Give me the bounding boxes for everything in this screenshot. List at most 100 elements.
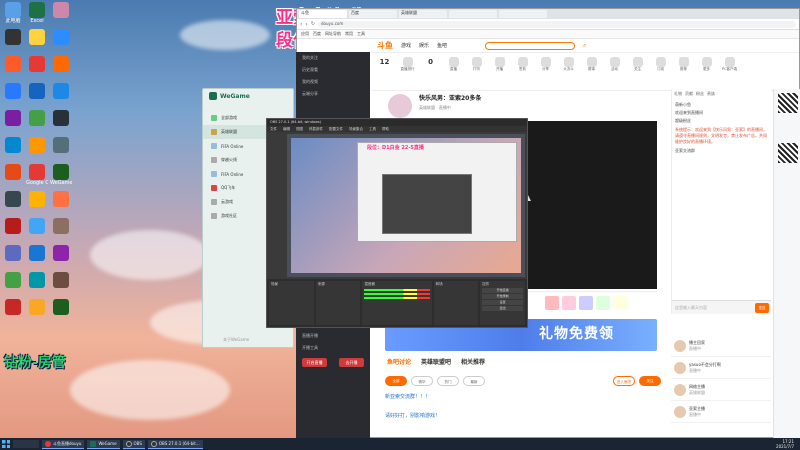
sidebar-item[interactable]: 历史观看: [296, 64, 370, 76]
chat-tab[interactable]: 贵族: [707, 91, 715, 99]
category-item[interactable]: 更多: [697, 57, 716, 90]
list-item[interactable]: yasuo不会分打啊 直播中: [671, 357, 771, 379]
gift-icon[interactable]: [545, 296, 559, 310]
obs-menu-item[interactable]: 文件: [270, 126, 277, 132]
chat-input[interactable]: 这里输入聊天内容: [675, 305, 707, 311]
sidebar-item[interactable]: 我的关注: [296, 52, 370, 64]
start-icon[interactable]: [2, 440, 10, 448]
taskbar-item[interactable]: OBS: [122, 439, 145, 449]
obs-start-streaming-button[interactable]: 开始直播: [482, 288, 524, 293]
go-live-button[interactable]: 去开播: [339, 358, 364, 367]
category-item[interactable]: 活动: [605, 57, 624, 90]
taskbar-item[interactable]: 斗鱼直播douyu: [42, 439, 85, 449]
desktop-icon[interactable]: [26, 56, 48, 72]
site-nav-item[interactable]: 游戏: [401, 42, 411, 49]
desktop-icon[interactable]: [2, 272, 24, 288]
sidebar-item[interactable]: 直播开播: [296, 330, 370, 342]
desktop-icon[interactable]: [50, 29, 72, 45]
obs-menu-item[interactable]: 帮助: [382, 126, 389, 132]
bookmark-item[interactable]: 百度: [313, 31, 321, 37]
filter-all-button[interactable]: 全部: [385, 376, 407, 386]
list-item[interactable]: 亚索主播 直播中: [671, 401, 771, 423]
gift-icon[interactable]: [562, 296, 576, 310]
category-item[interactable]: 订阅: [651, 57, 670, 90]
browser-tab[interactable]: 英雄联盟: [399, 10, 447, 18]
tab-fish-discussion[interactable]: 鱼吧讨论: [387, 357, 411, 369]
bookmark-item[interactable]: 应用: [301, 31, 309, 37]
desktop-icon[interactable]: [26, 272, 48, 288]
address-input[interactable]: douyu.com: [318, 20, 796, 28]
gift-icon[interactable]: [579, 296, 593, 310]
category-item[interactable]: 赛事: [582, 57, 601, 90]
desktop-icon[interactable]: [2, 191, 24, 207]
desktop-icon[interactable]: [26, 110, 48, 126]
desktop-icon[interactable]: [26, 299, 48, 315]
category-item[interactable]: 推荐: [674, 57, 693, 90]
desktop-icon[interactable]: [2, 29, 24, 45]
obs-start-recording-button[interactable]: 开始录制: [482, 294, 524, 299]
gift-icon[interactable]: [596, 296, 610, 310]
sidebar-item[interactable]: 云端分享: [296, 88, 370, 100]
taskbar-item[interactable]: OBS 27.0.1 (64-bit...: [147, 439, 203, 449]
desktop-icon[interactable]: [2, 110, 24, 126]
tab-lol-bar[interactable]: 英雄联盟吧: [421, 357, 451, 369]
obs-menu-item[interactable]: 停靠部件: [309, 126, 323, 132]
desktop-icon[interactable]: [2, 56, 24, 72]
category-item[interactable]: 签到: [513, 57, 532, 90]
desktop-icon[interactable]: [50, 272, 72, 288]
post-title[interactable]: 请好好打，别影响游戏！: [385, 412, 440, 419]
desktop-icon[interactable]: [2, 83, 24, 99]
browser-tab[interactable]: [499, 10, 547, 18]
forward-icon[interactable]: ›: [305, 21, 307, 28]
browser-tab[interactable]: 百度: [349, 10, 397, 18]
desktop-icon[interactable]: [50, 218, 72, 234]
obs-menu-item[interactable]: 视图: [296, 126, 303, 132]
category-item[interactable]: 12: [375, 57, 394, 90]
list-item[interactable]: 网络主播 英雄联盟: [671, 379, 771, 401]
bookmark-item[interactable]: 网址导航: [325, 31, 341, 37]
obs-menu-item[interactable]: 场景集合: [349, 126, 363, 132]
desktop-icon[interactable]: [2, 137, 24, 153]
taskbar-search[interactable]: [13, 440, 39, 448]
desktop-icon[interactable]: [26, 218, 48, 234]
browser-tab[interactable]: [449, 10, 497, 18]
desktop-icon[interactable]: [50, 245, 72, 261]
reload-icon[interactable]: ↻: [311, 21, 315, 27]
desktop-icon[interactable]: [50, 299, 72, 315]
desktop-icon[interactable]: [2, 164, 24, 180]
site-search-input[interactable]: [485, 41, 576, 50]
category-item[interactable]: 开播: [490, 57, 509, 90]
streamer-avatar[interactable]: [387, 93, 413, 119]
follow-button[interactable]: 关注: [639, 376, 661, 386]
chat-tab[interactable]: 粉丝: [696, 91, 704, 99]
bookmark-item[interactable]: 工具: [357, 31, 365, 37]
send-button[interactable]: 发送: [755, 303, 769, 313]
obs-window[interactable]: OBS 27.0.1 (64-bit, windows) 文件 编辑 视图 停靠…: [266, 118, 528, 328]
desktop-icon[interactable]: Excel: [26, 2, 48, 24]
post-title[interactable]: 新亚索交流群！！！: [385, 393, 430, 400]
desktop-icon[interactable]: [50, 56, 72, 72]
desktop-icon[interactable]: [50, 2, 72, 18]
wegame-footer[interactable]: 关于WeGame: [223, 337, 249, 343]
desktop-icon[interactable]: [50, 191, 72, 207]
search-icon[interactable]: ⌕: [583, 42, 586, 50]
obs-menu-item[interactable]: 工具: [369, 126, 376, 132]
category-item[interactable]: 关注: [628, 57, 647, 90]
category-item[interactable]: 分享: [536, 57, 555, 90]
desktop-icon[interactable]: [26, 83, 48, 99]
taskbar-item[interactable]: WeGame: [87, 439, 120, 449]
filter-best-button[interactable]: 精华: [411, 376, 433, 386]
site-nav-item[interactable]: 娱乐: [419, 42, 429, 49]
desktop-icon[interactable]: [26, 191, 48, 207]
desktop-icon[interactable]: Google Chrome: [26, 164, 48, 186]
obs-menu-item[interactable]: 配置文件: [329, 126, 343, 132]
sidebar-item[interactable]: 我的视频: [296, 76, 370, 88]
filter-hot-button[interactable]: 热门: [437, 376, 459, 386]
category-item[interactable]: 0: [421, 57, 440, 90]
desktop-icon[interactable]: [50, 137, 72, 153]
desktop-icon[interactable]: [50, 83, 72, 99]
start-live-button[interactable]: 开启直播: [302, 358, 327, 367]
taskbar-clock[interactable]: 17:21 2021/7/7: [776, 439, 800, 449]
desktop-icon[interactable]: 此电脑: [2, 2, 24, 24]
obs-menu-item[interactable]: 编辑: [283, 126, 290, 132]
